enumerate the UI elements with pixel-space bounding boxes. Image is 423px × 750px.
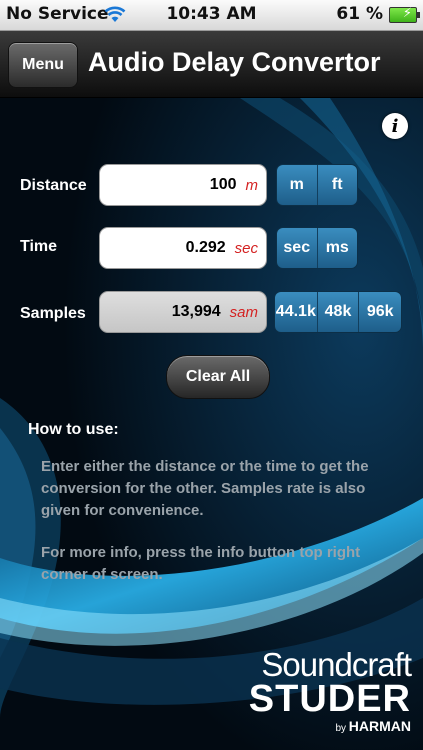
howto-paragraph-2: For more info, press the info button top… (41, 544, 361, 583)
unit-option-ms[interactable]: ms (316, 228, 357, 268)
distance-label: Distance (20, 177, 87, 194)
logo-soundcraft: Soundcraft (261, 646, 412, 683)
logo-studer: STUDER (248, 678, 411, 720)
rate-option-48k[interactable]: 48k (316, 292, 359, 332)
clear-all-button[interactable]: Clear All (166, 355, 270, 399)
howto-paragraph-1: Enter either the distance or the time to… (41, 458, 369, 519)
time-unit: sec (234, 239, 258, 257)
howto-heading: How to use: (28, 421, 119, 438)
distance-input[interactable]: 100 m (99, 164, 267, 206)
time-input[interactable]: 0.292 sec (99, 227, 267, 269)
unit-option-m[interactable]: m (277, 165, 317, 205)
page-title: Audio Delay Convertor (88, 47, 381, 77)
distance-unit-selector: m ft (276, 164, 358, 206)
distance-value: 100 (209, 176, 237, 193)
soundcraft-studer-logo: Soundcraft STUDER by HARMAN (248, 646, 412, 735)
menu-button[interactable]: Menu (8, 42, 78, 88)
unit-option-ft[interactable]: ft (316, 165, 357, 205)
logo-by: by (335, 723, 346, 734)
samples-output: 13,994 sam (99, 291, 267, 333)
info-icon: i (391, 115, 399, 137)
sample-rate-selector: 44.1k 48k 96k (274, 291, 402, 333)
samples-value: 13,994 (171, 303, 221, 320)
logo-harman: HARMAN (348, 718, 411, 734)
status-bar: No Service 10:43 AM 61 % ⚡ (0, 0, 423, 31)
time-label: Time (20, 238, 58, 255)
navigation-bar: Menu Audio Delay Convertor (0, 31, 423, 98)
time-unit-selector: sec ms (276, 227, 358, 269)
samples-label: Samples (20, 305, 86, 322)
battery-percent: 61 % (336, 4, 383, 24)
unit-option-sec[interactable]: sec (277, 228, 317, 268)
distance-unit: m (245, 176, 259, 194)
time-value: 0.292 (185, 239, 226, 256)
logo-by-harman: by HARMAN (249, 718, 411, 734)
samples-unit: sam (229, 303, 258, 321)
rate-option-44-1k[interactable]: 44.1k (275, 292, 317, 332)
rate-option-96k[interactable]: 96k (358, 292, 401, 332)
charging-bolt-icon: ⚡ (402, 6, 412, 21)
info-button[interactable]: i (382, 113, 408, 139)
